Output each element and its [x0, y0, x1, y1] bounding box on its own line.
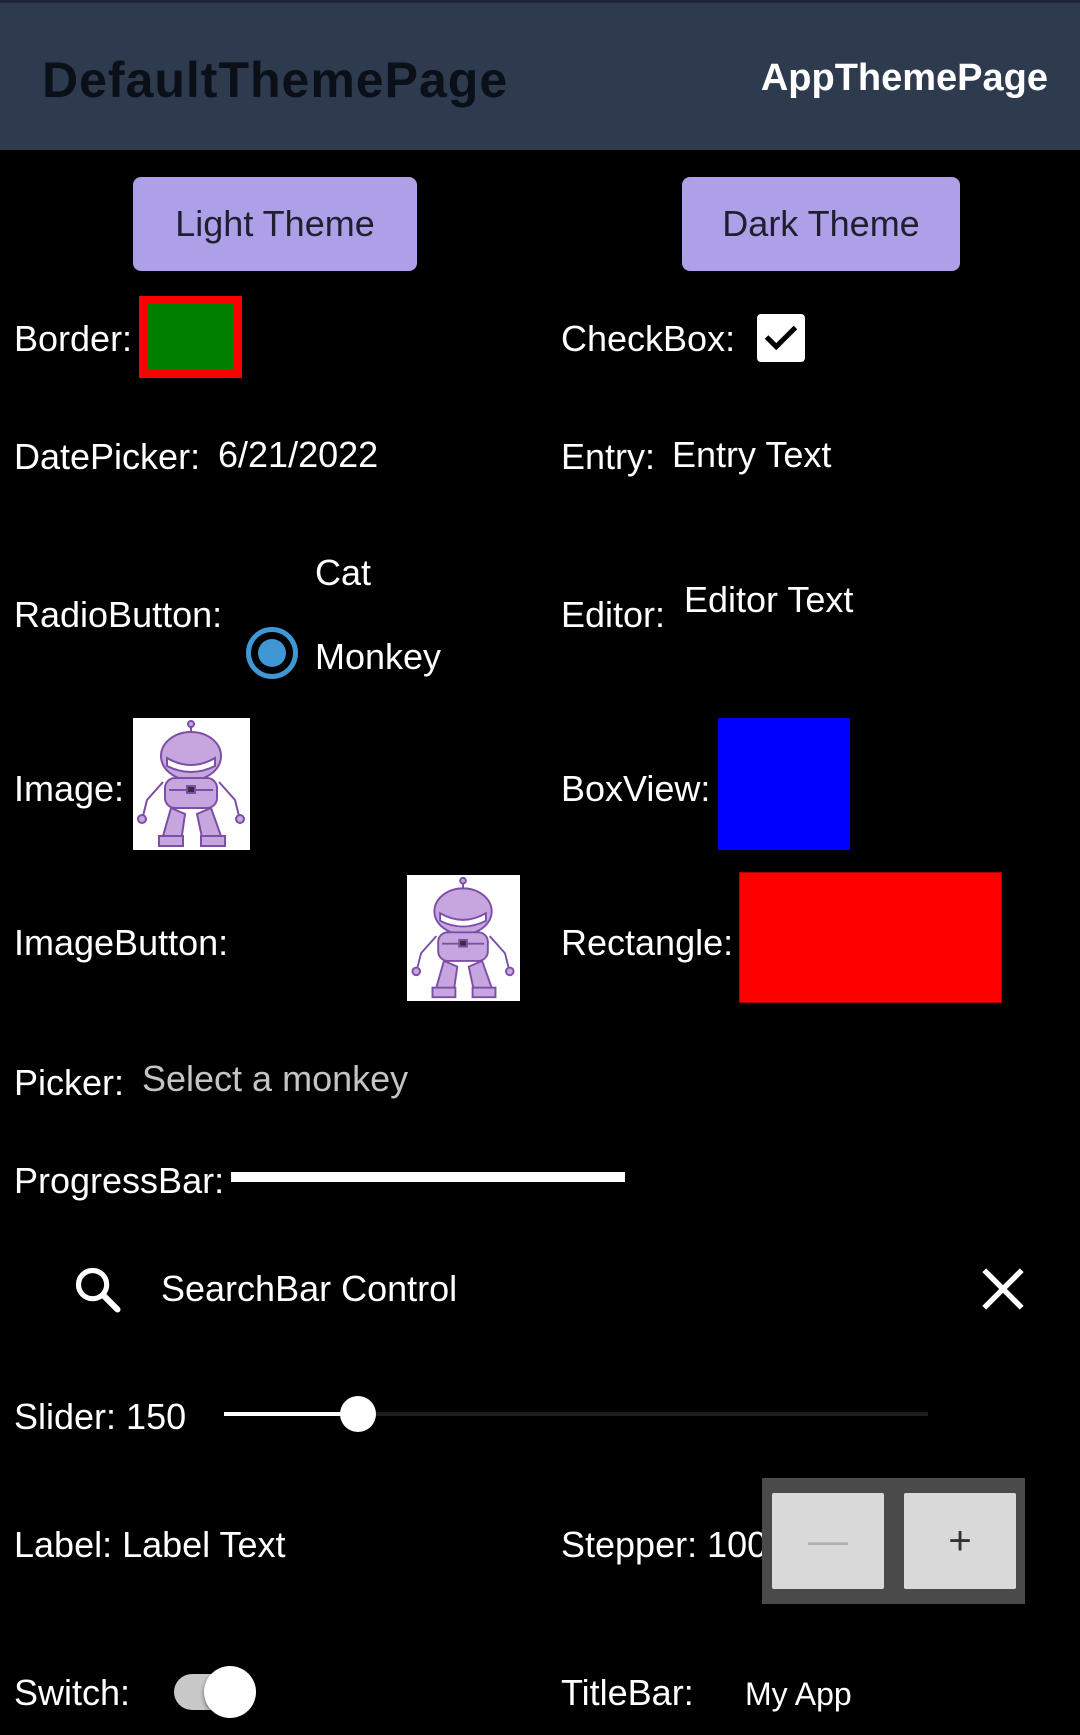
radio-option-cat[interactable]: Cat — [315, 552, 371, 594]
radio-option-monkey[interactable]: Monkey — [315, 636, 441, 678]
entry-field[interactable]: Entry Text — [672, 434, 831, 476]
entry-label: Entry: — [561, 436, 656, 477]
border-sample — [139, 296, 242, 378]
border-label: Border: — [14, 318, 133, 359]
dark-theme-button[interactable]: Dark Theme — [682, 177, 960, 271]
checkbox-label: CheckBox: — [561, 318, 736, 359]
tab-app-theme-page[interactable]: AppThemePage — [761, 57, 1048, 100]
slider-thumb[interactable] — [339, 1396, 376, 1432]
check-icon — [764, 325, 798, 351]
light-theme-button[interactable]: Light Theme — [133, 177, 417, 271]
switch-toggle[interactable] — [174, 1666, 256, 1718]
radio-dot — [258, 639, 286, 667]
dotnet-bot-icon — [133, 718, 250, 850]
rectangle-shape — [739, 872, 1002, 1003]
image-button[interactable] — [407, 875, 520, 1001]
switch-thumb — [204, 1666, 256, 1718]
tab-default-theme-page[interactable]: DefaultThemePage — [42, 51, 508, 109]
boxview — [718, 718, 850, 850]
imagebutton-label: ImageButton: — [14, 922, 229, 963]
search-input[interactable]: SearchBar Control — [161, 1268, 457, 1310]
close-icon[interactable] — [978, 1264, 1028, 1314]
titlebar-label: TitleBar: — [561, 1672, 694, 1713]
stepper-minus-button[interactable]: — — [772, 1493, 884, 1589]
radiobutton-label: RadioButton: — [14, 594, 223, 635]
label-sample: Label: Label Text — [14, 1524, 286, 1565]
stepper-plus-button[interactable]: + — [904, 1493, 1016, 1589]
boxview-label: BoxView: — [561, 768, 711, 809]
switch-label: Switch: — [14, 1672, 131, 1713]
stepper-label: Stepper: 100 — [561, 1524, 768, 1565]
progress-track — [231, 1172, 625, 1182]
app-header: DefaultThemePage AppThemePage — [0, 0, 1080, 150]
picker[interactable]: Select a monkey — [142, 1058, 408, 1100]
searchbar[interactable]: SearchBar Control — [0, 1240, 1080, 1340]
image-label: Image: — [14, 768, 125, 809]
progressbar-label: ProgressBar: — [14, 1160, 225, 1201]
checkbox[interactable] — [757, 314, 805, 362]
dotnet-bot-icon — [411, 876, 515, 999]
slider-fill — [224, 1412, 358, 1416]
slider-label: Slider: 150 — [14, 1396, 187, 1437]
picker-label: Picker: — [14, 1062, 125, 1103]
datepicker[interactable]: 6/21/2022 — [218, 434, 378, 476]
editor-label: Editor: — [561, 594, 666, 635]
progress-fill — [231, 1172, 625, 1182]
titlebar-title: My App — [745, 1676, 852, 1712]
rectangle-label: Rectangle: — [561, 922, 734, 963]
editor-field[interactable]: Editor Text — [684, 579, 853, 621]
slider-track[interactable] — [224, 1396, 928, 1432]
stepper: — + — [762, 1478, 1025, 1604]
search-icon[interactable] — [72, 1264, 124, 1316]
datepicker-label: DatePicker: — [14, 436, 201, 477]
